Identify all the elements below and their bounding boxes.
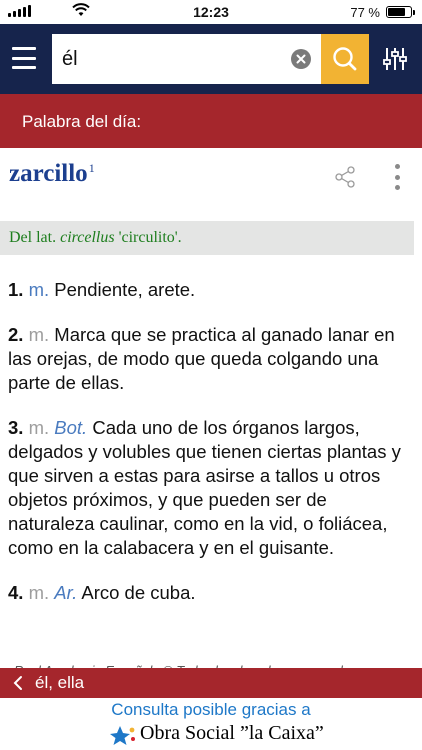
etymology-gloss: 'circulito'. <box>114 229 182 246</box>
word-of-day-bar: Palabra del día: <box>0 94 422 148</box>
chevron-left-icon <box>13 676 22 690</box>
grammar-category: m. <box>28 582 50 603</box>
grammar-category: m. <box>28 417 50 438</box>
hamburger-menu-icon[interactable] <box>12 47 36 69</box>
search-box <box>52 34 321 84</box>
etymology: Del lat. circellus 'circulito'. <box>0 221 414 255</box>
grammar-category[interactable]: m. <box>29 279 50 300</box>
definition-text: Pendiente, arete. <box>49 279 196 300</box>
definition-number: 1. <box>8 279 24 300</box>
battery-percent: 77 % <box>350 5 380 20</box>
definitions-list: 1. m. Pendiente, arete. 2. m. Marca que … <box>8 278 412 626</box>
definition-number: 2. <box>8 324 24 345</box>
definition-item: 3. m. Bot. Cada uno de los órganos largo… <box>8 416 412 560</box>
field-abbreviation[interactable]: Ar. <box>54 582 77 603</box>
back-navigation[interactable]: él, ella <box>0 668 422 698</box>
definition-item: 2. m. Marca que se practica al ganado la… <box>8 323 412 395</box>
entry-headword: zarcillo1 <box>9 160 95 188</box>
battery-icon <box>386 6 415 18</box>
headword-text: zarcillo <box>9 160 88 187</box>
etymology-prefix: Del lat. <box>9 229 61 246</box>
word-of-day-label: Palabra del día: <box>22 112 142 131</box>
sponsor-caption: Consulta posible gracias a <box>111 700 311 719</box>
definition-item: 1. m. Pendiente, arete. <box>8 278 412 302</box>
definition-number: 3. <box>8 417 24 438</box>
field-abbreviation[interactable]: Bot. <box>54 417 87 438</box>
back-navigation-label: él, ella <box>35 673 85 692</box>
sliders-icon[interactable] <box>382 46 408 72</box>
grammar-category: m. <box>28 324 50 345</box>
sponsor-banner: Consulta posible gracias a Obra Social ”… <box>0 698 422 750</box>
battery-fill <box>388 8 405 16</box>
app-header <box>0 24 422 94</box>
search-button[interactable] <box>321 34 369 84</box>
search-input[interactable] <box>62 34 282 84</box>
search-icon <box>333 47 357 71</box>
share-icon[interactable] <box>333 166 357 188</box>
etymology-latin: circellus <box>60 229 115 246</box>
definition-text: Marca que se practica al ganado lanar en… <box>8 324 395 393</box>
definition-text: Cada uno de los órganos largos, delgados… <box>8 417 401 558</box>
headword-superscript: 1 <box>88 160 95 175</box>
definition-number: 4. <box>8 582 24 603</box>
definition-text: Arco de cuba. <box>77 582 196 603</box>
clear-icon[interactable] <box>291 49 311 69</box>
la-caixa-star-logo <box>110 726 135 745</box>
definition-item: 4. m. Ar. Arco de cuba. <box>8 581 412 605</box>
status-bar: 12:23 77 % <box>0 0 422 24</box>
sponsor-brand: Obra Social ”la Caixa” <box>140 722 324 744</box>
more-vertical-icon[interactable] <box>390 162 404 192</box>
copyright-notice: Real Academia Española © Todos los derec… <box>14 659 414 668</box>
